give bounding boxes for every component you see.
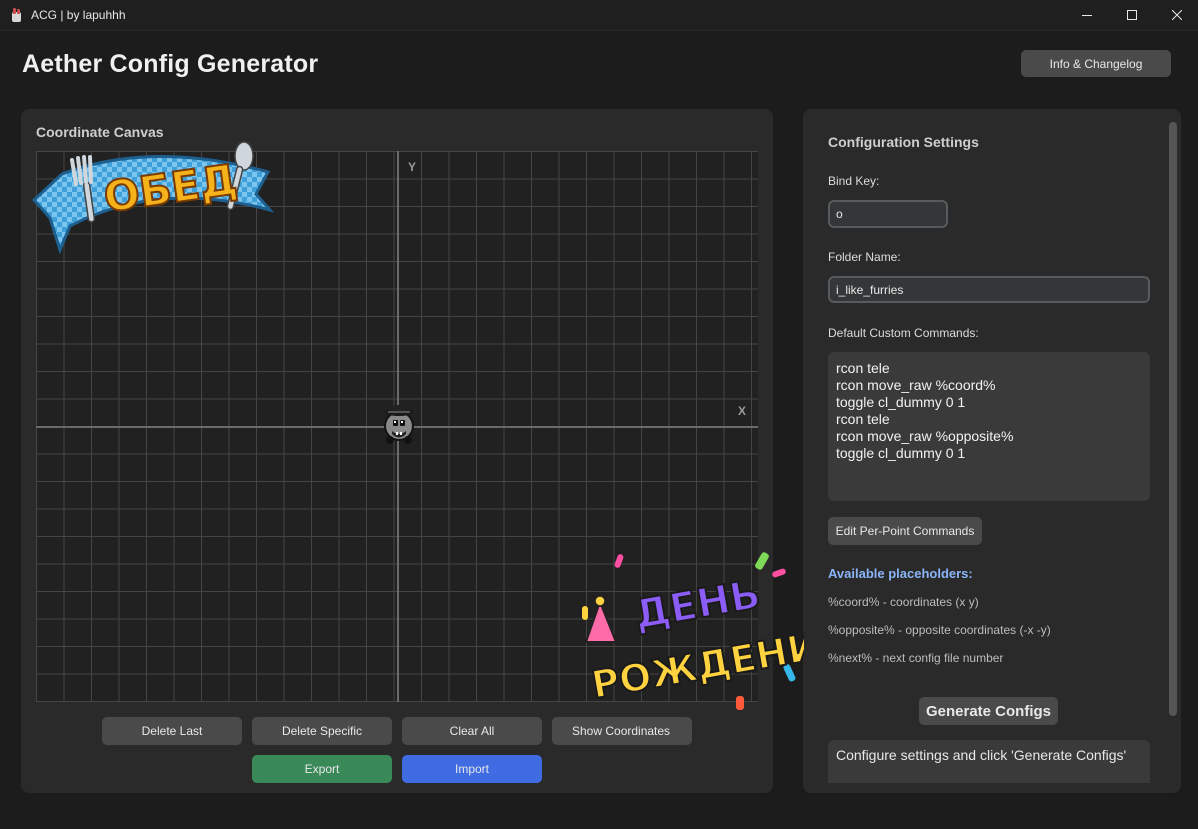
export-button[interactable]: Export — [252, 755, 392, 783]
edit-per-point-commands-button[interactable]: Edit Per-Point Commands — [828, 517, 982, 545]
app-icon — [12, 8, 21, 22]
app-title: Aether Config Generator — [22, 50, 319, 78]
settings-scrollbar[interactable] — [1169, 122, 1177, 716]
close-icon — [1172, 10, 1182, 20]
party-hat-icon — [584, 595, 618, 643]
placeholder-next: %next% - next config file number — [828, 651, 1004, 665]
folder-name-label: Folder Name: — [828, 250, 901, 264]
title-bar: ACG | by lapuhhh — [0, 0, 1198, 31]
settings-title: Configuration Settings — [828, 134, 979, 150]
show-coordinates-button[interactable]: Show Coordinates — [552, 717, 692, 745]
command-line: toggle cl_dummy 0 1 — [836, 445, 966, 461]
default-commands-textarea[interactable]: rcon tele rcon move_raw %coord% toggle c… — [828, 352, 1150, 501]
delete-specific-button[interactable]: Delete Specific — [252, 717, 392, 745]
svg-text:ДЕНЬ: ДЕНЬ — [631, 571, 764, 638]
lunch-sticker: ОБЕД — [32, 141, 274, 254]
birthday-sticker: ДЕНЬ РОЖДЕНИЯ — [582, 552, 804, 710]
bind-key-label: Bind Key: — [828, 174, 880, 188]
import-button[interactable]: Import — [402, 755, 542, 783]
close-button[interactable] — [1154, 0, 1198, 30]
y-axis-label: Y — [408, 160, 417, 174]
generate-configs-button[interactable]: Generate Configs — [919, 697, 1058, 725]
x-axis-label: X — [738, 404, 747, 418]
minimize-icon — [1082, 15, 1092, 16]
tee-character-icon — [384, 405, 414, 444]
delete-last-button[interactable]: Delete Last — [102, 717, 242, 745]
placeholder-opposite: %opposite% - opposite coordinates (-x -y… — [828, 623, 1051, 637]
command-line: rcon move_raw %coord% — [836, 377, 996, 393]
svg-text:РОЖДЕНИЯ: РОЖДЕНИЯ — [588, 619, 804, 707]
command-line: rcon tele — [836, 411, 890, 427]
placeholder-coord: %coord% - coordinates (x y) — [828, 595, 979, 609]
clear-all-button[interactable]: Clear All — [402, 717, 542, 745]
placeholders-title: Available placeholders: — [828, 566, 973, 581]
info-changelog-button[interactable]: Info & Changelog — [1021, 50, 1171, 77]
minimize-button[interactable] — [1064, 0, 1110, 30]
command-line: rcon move_raw %opposite% — [836, 428, 1014, 444]
bind-key-input[interactable]: o — [828, 200, 948, 228]
window-title: ACG | by lapuhhh — [31, 8, 126, 22]
command-line: toggle cl_dummy 0 1 — [836, 394, 966, 410]
maximize-button[interactable] — [1109, 0, 1155, 30]
default-commands-label: Default Custom Commands: — [828, 326, 979, 340]
maximize-icon — [1127, 10, 1137, 20]
command-line: rcon tele — [836, 360, 890, 376]
status-output: Configure settings and click 'Generate C… — [828, 740, 1150, 783]
folder-name-input[interactable]: i_like_furries — [828, 276, 1150, 303]
